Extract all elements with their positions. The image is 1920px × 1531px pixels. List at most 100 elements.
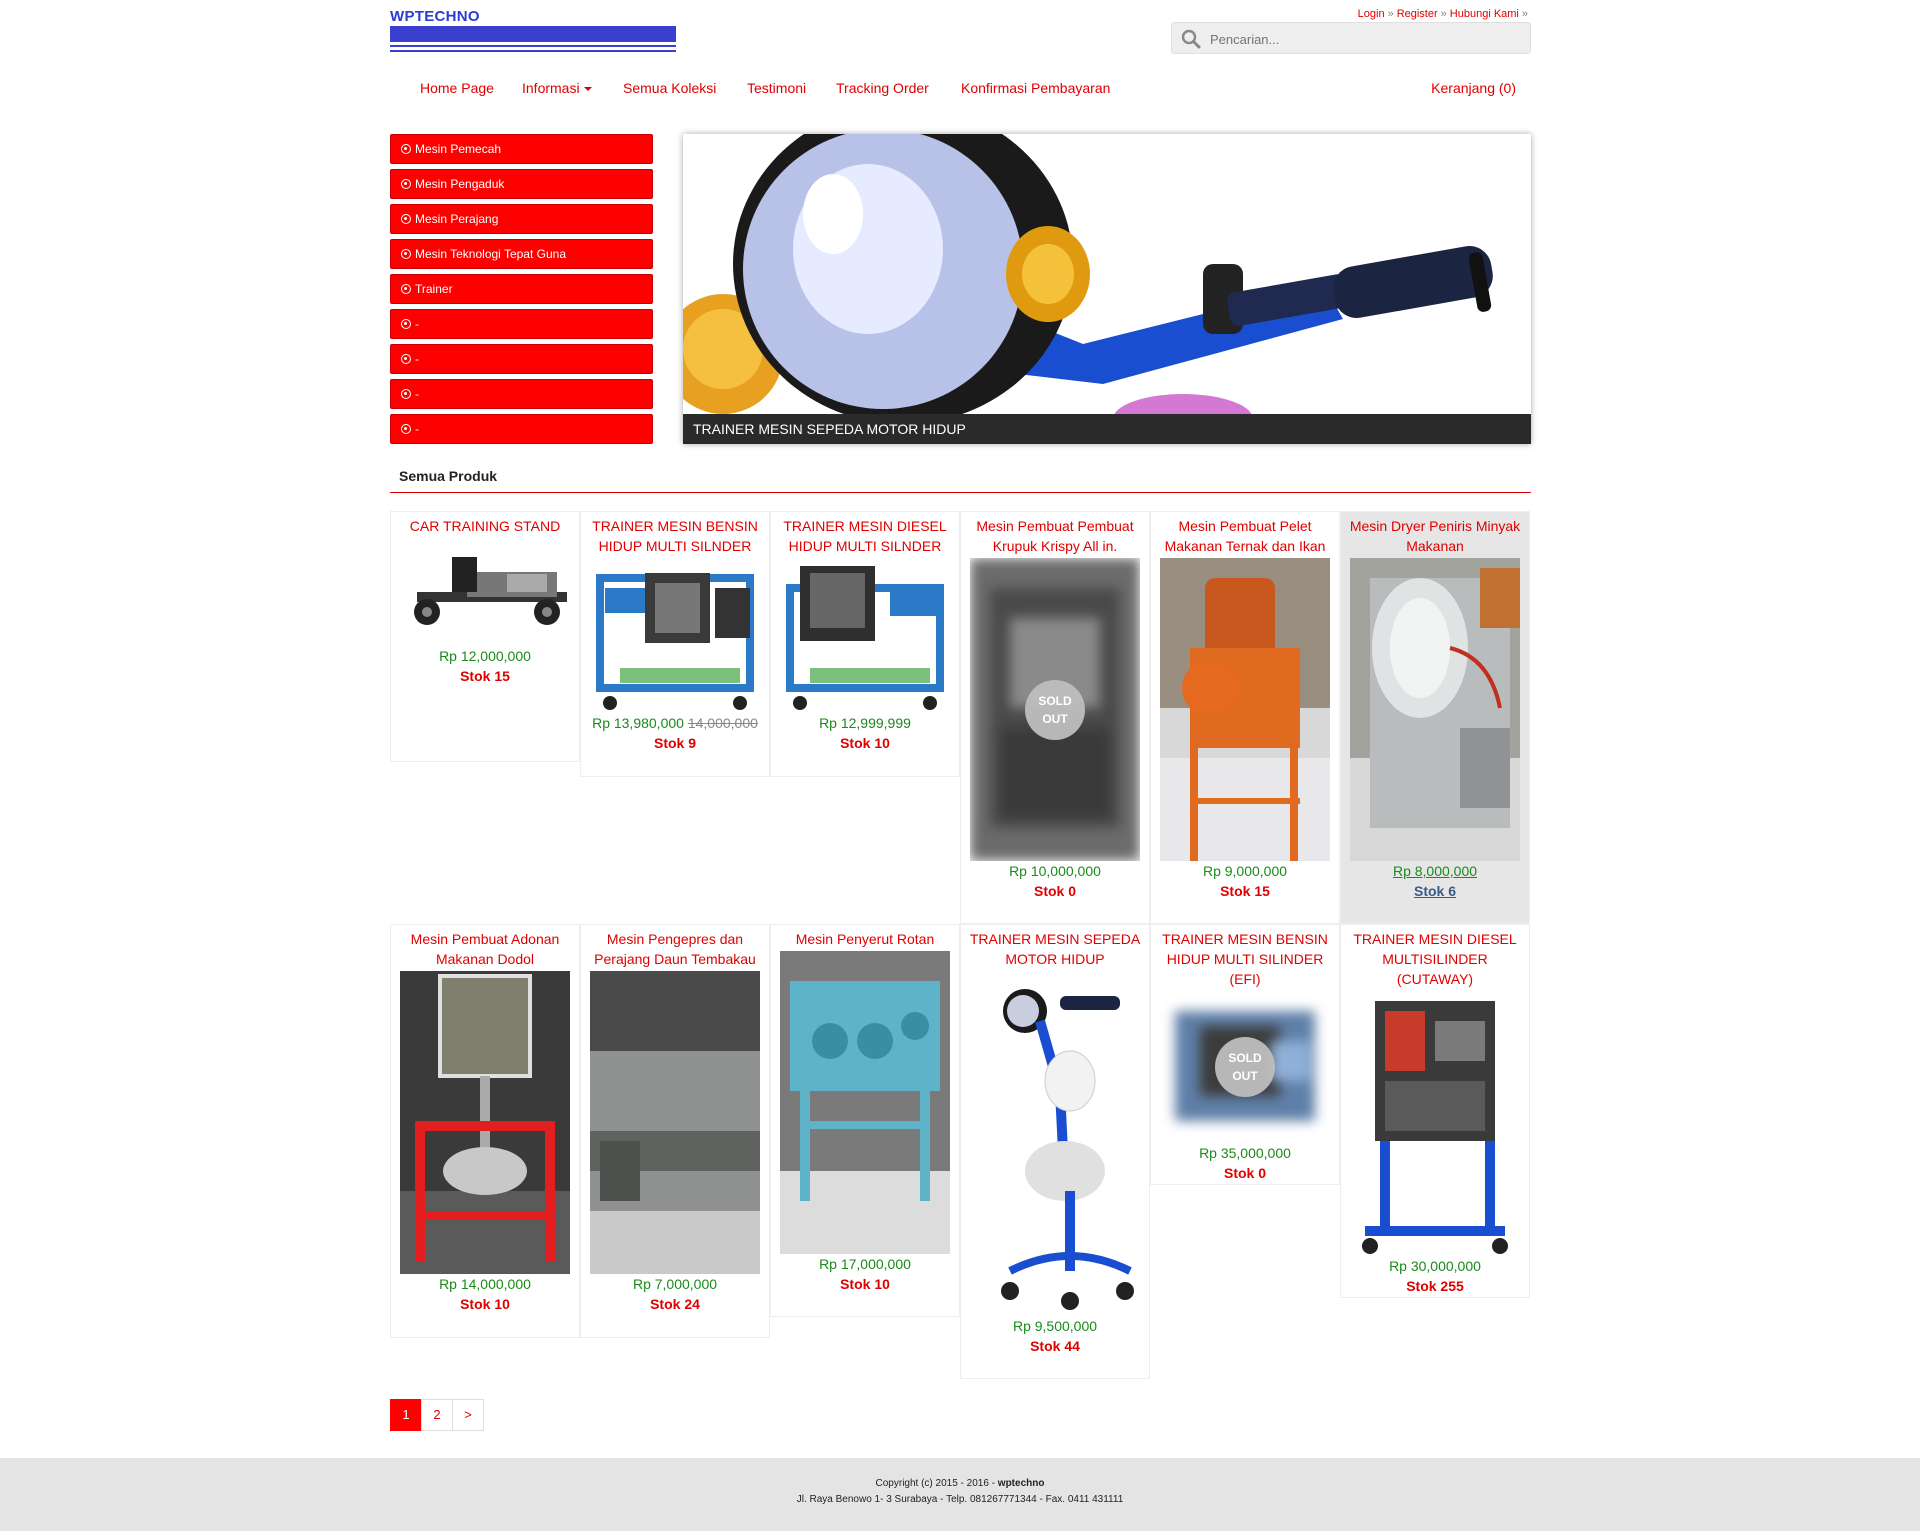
product-image[interactable]: SOLD OUT (1160, 991, 1330, 1143)
product-image[interactable] (1350, 991, 1520, 1256)
product-stock: Stok 9 (653, 735, 696, 751)
product-price: Rp 12,000,000 (439, 648, 531, 664)
product-card[interactable]: Mesin Dryer Peniris Minyak Makanan Rp 8,… (1340, 511, 1530, 924)
nav-informasi[interactable]: Informasi (522, 80, 592, 96)
category-item[interactable]: Mesin Perajang (390, 204, 653, 234)
product-image[interactable] (400, 971, 570, 1274)
nav-semua-koleksi[interactable]: Semua Koleksi (623, 80, 716, 96)
product-name[interactable]: TRAINER MESIN BENSIN HIDUP MULTI SILINDE… (1151, 925, 1339, 989)
category-item[interactable]: Trainer (390, 274, 653, 304)
category-item[interactable]: Mesin Pengaduk (390, 169, 653, 199)
product-name[interactable]: TRAINER MESIN SEPEDA MOTOR HIDUP (961, 925, 1149, 969)
product-stock: Stok 10 (840, 735, 890, 751)
product-stock: Stok 15 (1220, 883, 1270, 899)
circle-arrow-icon (401, 214, 411, 224)
product-name[interactable]: TRAINER MESIN BENSIN HIDUP MULTI SILNDER (581, 512, 769, 556)
product-name[interactable]: TRAINER MESIN DIESEL MULTISILINDER (CUTA… (1341, 925, 1529, 989)
search-icon[interactable] (1181, 29, 1201, 49)
top-links: Login» Register» Hubungi Kami» (1357, 8, 1528, 20)
slider-image (683, 134, 1531, 444)
cart-link[interactable]: Keranjang (0) (1431, 80, 1516, 96)
product-name[interactable]: TRAINER MESIN DIESEL HIDUP MULTI SILNDER (771, 512, 959, 556)
contact-link[interactable]: Hubungi Kami (1450, 8, 1519, 20)
circle-arrow-icon (401, 389, 411, 399)
footer-address: Jl. Raya Benowo 1- 3 Surabaya - Telp. 08… (796, 1494, 1124, 1505)
product-stock: Stok 6 (1413, 883, 1456, 899)
product-name[interactable]: Mesin Pembuat Pembuat Krupuk Krispy All … (961, 512, 1149, 556)
nav-konfirmasi-pembayaran[interactable]: Konfirmasi Pembayaran (961, 80, 1110, 96)
product-card[interactable]: TRAINER MESIN SEPEDA MOTOR HIDUP Rp 9,50… (960, 924, 1150, 1379)
product-name[interactable]: Mesin Dryer Peniris Minyak Makanan (1341, 512, 1529, 556)
category-item[interactable]: - (390, 414, 653, 444)
product-name[interactable]: Mesin Penyerut Rotan (771, 925, 959, 949)
product-card[interactable]: TRAINER MESIN BENSIN HIDUP MULTI SILINDE… (1150, 924, 1340, 1185)
category-item[interactable]: Mesin Pemecah (390, 134, 653, 164)
product-card[interactable]: TRAINER MESIN BENSIN HIDUP MULTI SILNDER… (580, 511, 770, 777)
product-image[interactable] (1350, 558, 1520, 861)
site-logo[interactable]: WPTECHNO (390, 8, 676, 54)
product-price: Rp 7,000,000 (632, 1276, 718, 1292)
product-card[interactable]: Mesin Pembuat Pelet Makanan Ternak dan I… (1150, 511, 1340, 924)
product-image[interactable]: SOLD OUT (970, 558, 1140, 861)
product-price: Rp 30,000,000 (1389, 1258, 1481, 1274)
product-card[interactable]: Mesin Pembuat Pembuat Krupuk Krispy All … (960, 511, 1150, 924)
category-item[interactable]: - (390, 309, 653, 339)
circle-arrow-icon (401, 319, 411, 329)
product-stock: Stok 10 (840, 1276, 890, 1292)
copyright: Copyright (c) 2015 - 2016 - wptechno (875, 1478, 1045, 1489)
sold-out-badge: SOLD OUT (1215, 1037, 1275, 1097)
product-name[interactable]: Mesin Pembuat Pelet Makanan Ternak dan I… (1151, 512, 1339, 556)
product-price: Rp 9,000,000 (1202, 863, 1288, 879)
caret-down-icon (583, 87, 592, 92)
product-image[interactable] (1160, 558, 1330, 861)
product-old-price: 14,000,000 (687, 715, 758, 731)
category-item[interactable]: - (390, 379, 653, 409)
product-image[interactable] (590, 558, 760, 713)
product-image[interactable] (590, 971, 760, 1274)
product-name[interactable]: CAR TRAINING STAND (391, 512, 579, 536)
product-price: Rp 8,000,000 (1392, 863, 1478, 879)
product-card[interactable]: TRAINER MESIN DIESEL MULTISILINDER (CUTA… (1340, 924, 1530, 1298)
search-box (1171, 22, 1531, 54)
product-stock: Stok 0 (1033, 883, 1076, 899)
product-image[interactable] (970, 971, 1140, 1316)
product-price: Rp 14,000,000 (439, 1276, 531, 1292)
product-name[interactable]: Mesin Pembuat Adonan Makanan Dodol (391, 925, 579, 969)
nav-tracking-order[interactable]: Tracking Order (836, 80, 929, 96)
product-card[interactable]: Mesin Penyerut Rotan Rp 17,000,000 Stok … (770, 924, 960, 1317)
product-price: Rp 13,980,000 14,000,000 (592, 715, 758, 731)
section-title: Semua Produk (399, 468, 498, 484)
hero-slider[interactable]: TRAINER MESIN SEPEDA MOTOR HIDUP (683, 134, 1531, 444)
product-card[interactable]: Mesin Pengepres dan Perajang Daun Tembak… (580, 924, 770, 1338)
product-price: Rp 35,000,000 (1199, 1145, 1291, 1161)
product-image[interactable] (780, 558, 950, 713)
login-link[interactable]: Login (1358, 8, 1385, 20)
circle-arrow-icon (401, 424, 411, 434)
product-card[interactable]: CAR TRAINING STAND Rp 12,000,000 Stok 15 (390, 511, 580, 762)
product-price: Rp 12,999,999 (819, 715, 911, 731)
register-link[interactable]: Register (1397, 8, 1438, 20)
product-card[interactable]: Mesin Pembuat Adonan Makanan Dodol Rp 14… (390, 924, 580, 1338)
pagination: 1 2 > (390, 1399, 484, 1431)
category-item[interactable]: - (390, 344, 653, 374)
slider-caption: TRAINER MESIN SEPEDA MOTOR HIDUP (683, 414, 1531, 444)
page-2-button[interactable]: 2 (421, 1399, 453, 1431)
next-page-button[interactable]: > (452, 1399, 484, 1431)
product-stock: Stok 24 (650, 1296, 700, 1312)
category-item[interactable]: Mesin Teknologi Tepat Guna (390, 239, 653, 269)
search-input[interactable] (1210, 29, 1510, 49)
page-1-button[interactable]: 1 (390, 1399, 422, 1431)
nav-home[interactable]: Home Page (420, 80, 494, 96)
product-stock: Stok 0 (1223, 1165, 1266, 1181)
circle-arrow-icon (401, 354, 411, 364)
product-image[interactable] (780, 951, 950, 1254)
product-image[interactable] (397, 542, 573, 646)
product-stock: Stok 44 (1030, 1338, 1080, 1354)
circle-arrow-icon (401, 249, 411, 259)
nav-testimoni[interactable]: Testimoni (747, 80, 806, 96)
sold-out-badge: SOLD OUT (1025, 679, 1085, 740)
circle-arrow-icon (401, 144, 411, 154)
category-menu: Mesin Pemecah Mesin Pengaduk Mesin Peraj… (390, 134, 653, 449)
product-name[interactable]: Mesin Pengepres dan Perajang Daun Tembak… (581, 925, 769, 969)
product-card[interactable]: TRAINER MESIN DIESEL HIDUP MULTI SILNDER… (770, 511, 960, 777)
